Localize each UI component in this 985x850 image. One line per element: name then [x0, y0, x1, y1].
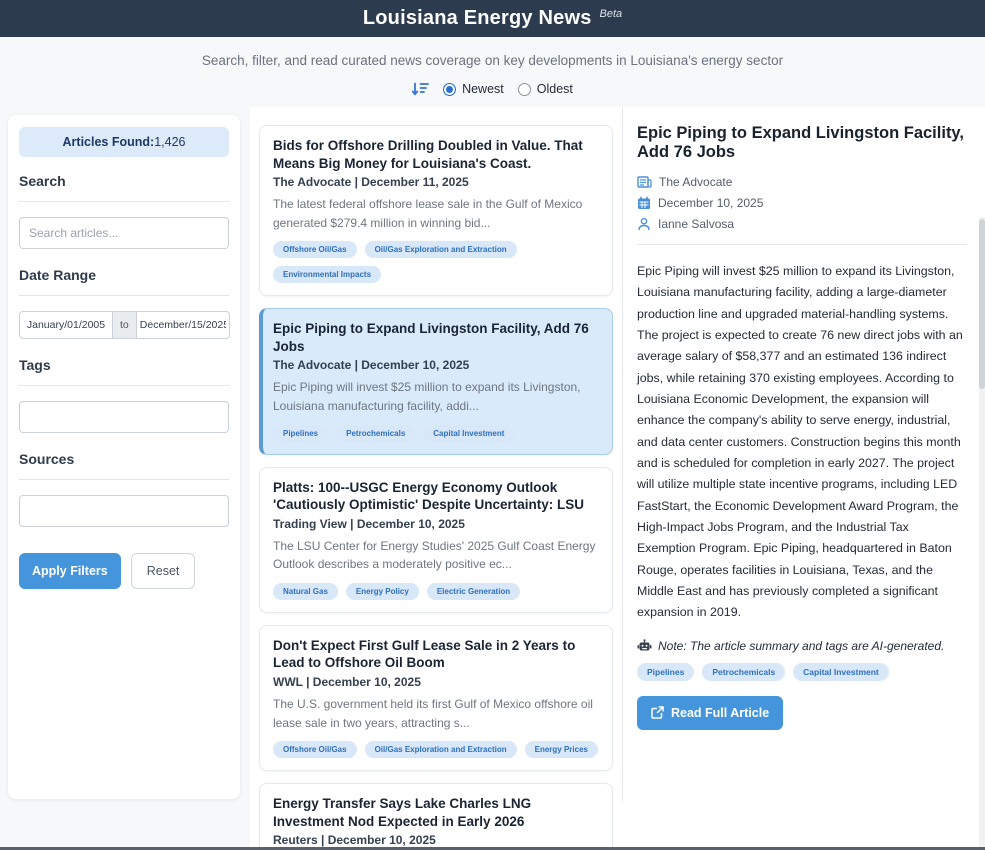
tag-chip: Petrochemicals	[702, 663, 785, 681]
person-icon	[637, 217, 651, 231]
article-meta: Reuters | December 10, 2025	[273, 833, 599, 847]
divider	[19, 385, 229, 386]
article-list: Bids for Offshore Drilling Doubled in Va…	[250, 107, 622, 850]
sort-controls: Newest Oldest	[0, 68, 985, 107]
tag-chip: Electric Generation	[427, 583, 520, 600]
calendar-icon	[637, 196, 651, 210]
article-title: Energy Transfer Says Lake Charles LNG In…	[273, 795, 599, 830]
reset-button[interactable]: Reset	[131, 553, 196, 589]
search-heading: Search	[19, 173, 229, 189]
divider	[637, 244, 967, 245]
beta-badge: Beta	[600, 8, 623, 20]
tag-chip: Petrochemicals	[336, 425, 415, 442]
article-tags: Offshore Oil/Gas Oil/Gas Exploration and …	[273, 741, 599, 758]
detail-source: The Advocate	[659, 175, 732, 189]
radio-unselected-icon[interactable]	[518, 83, 531, 96]
tag-chip: Oil/Gas Exploration and Extraction	[365, 741, 517, 758]
article-snippet: Epic Piping will invest $25 million to e…	[273, 378, 599, 415]
app-subtitle: Search, filter, and read curated news co…	[0, 37, 985, 68]
tag-chip: Environmental Impacts	[273, 266, 381, 283]
tag-chip: Pipelines	[273, 425, 328, 442]
ai-note-text: Note: The article summary and tags are A…	[658, 639, 944, 653]
article-tags: Offshore Oil/Gas Oil/Gas Exploration and …	[273, 241, 599, 283]
articles-found-count: 1,426	[154, 135, 185, 149]
tag-chip: Offshore Oil/Gas	[273, 741, 357, 758]
robot-icon	[637, 639, 652, 652]
read-full-article-button[interactable]: Read Full Article	[637, 696, 783, 730]
newspaper-icon	[637, 175, 652, 189]
tag-chip: Capital Investment	[423, 425, 514, 442]
sources-input[interactable]	[19, 495, 229, 527]
scrollbar-thumb[interactable]	[979, 219, 985, 389]
article-card[interactable]: Don't Expect First Gulf Lease Sale in 2 …	[259, 625, 613, 771]
article-card[interactable]: Platts: 100--USGC Energy Economy Outlook…	[259, 467, 613, 613]
divider	[19, 201, 229, 202]
search-input[interactable]	[19, 217, 229, 249]
detail-title: Epic Piping to Expand Livingston Facilit…	[637, 124, 967, 162]
tags-heading: Tags	[19, 357, 229, 373]
article-meta: The Advocate | December 11, 2025	[273, 175, 599, 189]
article-meta: The Advocate | December 10, 2025	[273, 358, 599, 372]
article-tags: Natural Gas Energy Policy Electric Generat…	[273, 583, 599, 600]
article-title: Epic Piping to Expand Livingston Facilit…	[273, 320, 599, 355]
main-area: Articles Found:1,426 Search Date Range t…	[0, 107, 985, 847]
article-title: Don't Expect First Gulf Lease Sale in 2 …	[273, 637, 599, 672]
article-snippet: The LSU Center for Energy Studies' 2025 …	[273, 537, 599, 574]
article-snippet: The latest federal offshore lease sale i…	[273, 195, 599, 232]
tag-chip: Oil/Gas Exploration and Extraction	[365, 241, 517, 258]
article-card[interactable]: Energy Transfer Says Lake Charles LNG In…	[259, 783, 613, 850]
date-range-heading: Date Range	[19, 267, 229, 283]
content-area: Bids for Offshore Drilling Doubled in Va…	[250, 107, 985, 847]
apply-filters-button[interactable]: Apply Filters	[19, 553, 121, 589]
sort-descending-icon[interactable]	[412, 81, 429, 97]
sort-oldest-option[interactable]: Oldest	[518, 82, 573, 96]
divider	[19, 295, 229, 296]
date-to-input[interactable]	[136, 311, 230, 339]
article-meta: Trading View | December 10, 2025	[273, 517, 599, 531]
tags-input[interactable]	[19, 401, 229, 433]
app-title: Louisiana Energy News	[363, 7, 592, 30]
tag-chip: Energy Policy	[346, 583, 419, 600]
detail-date-row: December 10, 2025	[637, 196, 967, 210]
detail-tags: Pipelines Petrochemicals Capital Investmen…	[637, 663, 967, 681]
sort-newest-label: Newest	[462, 82, 504, 96]
sort-newest-option[interactable]: Newest	[443, 82, 504, 96]
date-to-label: to	[113, 311, 136, 339]
tag-chip: Offshore Oil/Gas	[273, 241, 357, 258]
tag-chip: Natural Gas	[273, 583, 338, 600]
vertical-scrollbar[interactable]	[979, 217, 985, 850]
detail-date: December 10, 2025	[658, 196, 763, 210]
date-from-input[interactable]	[19, 311, 113, 339]
detail-author: Ianne Salvosa	[658, 217, 734, 231]
article-snippet: The U.S. government held its first Gulf …	[273, 695, 599, 732]
detail-author-row: Ianne Salvosa	[637, 217, 967, 231]
tag-chip: Capital Investment	[793, 663, 889, 681]
sort-oldest-label: Oldest	[537, 82, 573, 96]
article-meta: WWL | December 10, 2025	[273, 675, 599, 689]
divider	[19, 479, 229, 480]
detail-body: Epic Piping will invest $25 million to e…	[637, 261, 967, 624]
articles-found-box: Articles Found:1,426	[19, 127, 229, 157]
read-full-article-label: Read Full Article	[671, 706, 769, 720]
article-detail-panel: Epic Piping to Expand Livingston Facilit…	[622, 107, 985, 801]
tag-chip: Energy Prices	[525, 741, 598, 758]
article-card[interactable]: Bids for Offshore Drilling Doubled in Va…	[259, 125, 613, 296]
detail-source-row: The Advocate	[637, 175, 967, 189]
app-header: Louisiana Energy News Beta	[0, 0, 985, 37]
sources-heading: Sources	[19, 451, 229, 467]
article-card[interactable]: Epic Piping to Expand Livingston Facilit…	[259, 308, 613, 454]
article-title: Platts: 100--USGC Energy Economy Outlook…	[273, 479, 599, 514]
external-link-icon	[651, 706, 664, 719]
filters-sidebar: Articles Found:1,426 Search Date Range t…	[8, 115, 240, 799]
article-title: Bids for Offshore Drilling Doubled in Va…	[273, 137, 599, 172]
tag-chip: Pipelines	[637, 663, 694, 681]
article-tags: Pipelines Petrochemicals Capital Investmen…	[273, 425, 599, 442]
radio-selected-icon[interactable]	[443, 83, 456, 96]
articles-found-label: Articles Found:	[63, 135, 155, 149]
ai-note: Note: The article summary and tags are A…	[637, 639, 967, 653]
